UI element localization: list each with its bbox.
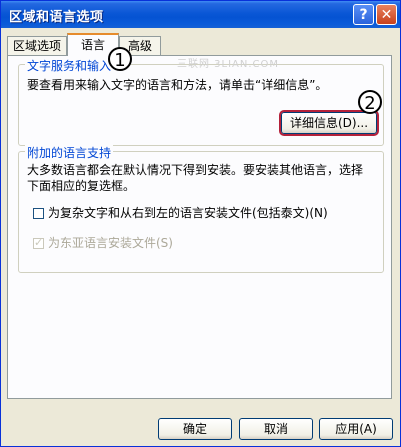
- details-button[interactable]: 详细信息(D)...: [279, 110, 379, 136]
- callout-marker-1: 1: [108, 47, 132, 71]
- text-services-legend: 文字服务和输入: [25, 57, 114, 74]
- complex-script-label: 为复杂文字和从右到左的语言安装文件(包括泰文)(N): [48, 206, 328, 220]
- supplemental-language-group: 附加的语言支持 大多数语言都会在默认情况下得到安装。要安装其他语言，选择 下面相…: [18, 144, 384, 273]
- complex-script-checkbox[interactable]: [33, 208, 44, 219]
- close-button[interactable]: ✕: [376, 4, 397, 25]
- east-asian-label: 为东亚语言安装文件(S): [48, 236, 173, 250]
- watermark-text: 三联网 3LIAN.COM: [177, 59, 280, 70]
- supplemental-description-line2: 下面相应的复选框。: [27, 179, 136, 193]
- title-bar[interactable]: 区域和语言选项 ? ✕: [1, 1, 400, 28]
- text-services-group: 文字服务和输入 要查看用来输入文字的语言和方法，请单击“详细信息”。 详细信息(…: [18, 57, 384, 146]
- language-tab-panel: 文字服务和输入 要查看用来输入文字的语言和方法，请单击“详细信息”。 详细信息(…: [7, 55, 392, 399]
- supplemental-legend: 附加的语言支持: [25, 144, 114, 161]
- cancel-button[interactable]: 取消: [239, 418, 313, 440]
- tab-region-options[interactable]: 区域选项: [7, 36, 67, 55]
- east-asian-checkbox: [33, 236, 44, 249]
- text-services-description: 要查看用来输入文字的语言和方法，请单击“详细信息”。: [27, 78, 328, 92]
- callout-marker-2: 2: [358, 90, 382, 114]
- complex-script-option[interactable]: 为复杂文字和从右到左的语言安装文件(包括泰文)(N): [33, 204, 328, 221]
- dialog-window: 区域和语言选项 ? ✕ 区域选项 语言 高级 1 三联网 3LIAN.COM 文…: [0, 0, 401, 447]
- east-asian-option: 为东亚语言安装文件(S): [33, 234, 173, 251]
- window-title: 区域和语言选项: [9, 10, 104, 25]
- ok-button[interactable]: 确定: [158, 418, 232, 440]
- help-button[interactable]: ?: [353, 4, 374, 25]
- supplemental-description-line1: 大多数语言都会在默认情况下得到安装。要安装其他语言，选择: [27, 163, 364, 177]
- apply-button[interactable]: 应用(A): [319, 418, 393, 440]
